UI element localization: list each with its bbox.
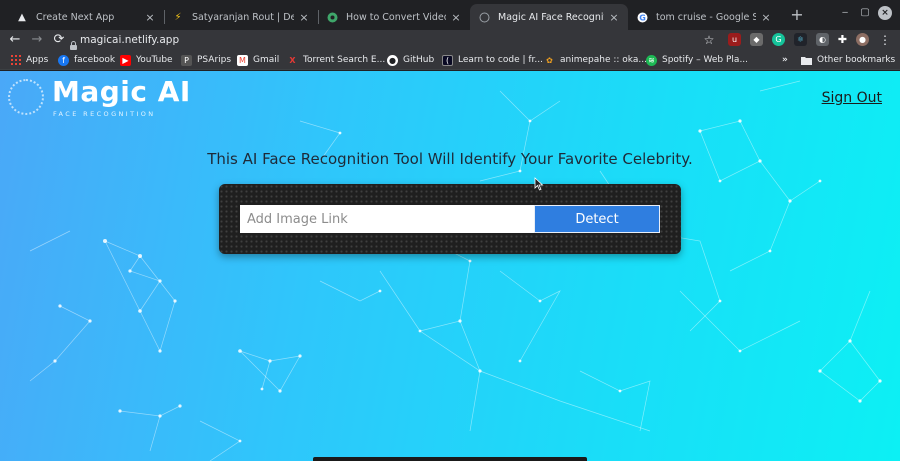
folder-icon — [801, 55, 812, 66]
menu-icon[interactable]: ⋮ — [876, 31, 894, 49]
bookmark-label: Other bookmarks — [817, 55, 896, 65]
new-tab-button[interactable]: + — [788, 6, 806, 24]
avatar[interactable]: ● — [856, 33, 869, 46]
tab-title: Satyaranjan Rout | Developer — [192, 11, 294, 23]
logo-brain-icon — [8, 79, 44, 115]
shield-icon[interactable]: ◆ — [750, 33, 763, 46]
tab-developer[interactable]: ⚡ Satyaranjan Rout | Developer × — [164, 4, 318, 30]
image-link-form: Detect — [219, 184, 681, 254]
gmail-icon: M — [237, 54, 248, 66]
page-viewport: Magic AI FACE RECOGNITION Sign Out This … — [0, 71, 900, 461]
bookmark-apps[interactable]: Apps — [10, 52, 48, 68]
logo-subtitle: FACE RECOGNITION — [53, 110, 156, 118]
bookmark-label: Torrent Search E... — [303, 55, 386, 65]
convert-icon — [326, 11, 338, 23]
facebook-icon: f — [58, 54, 69, 66]
bookmark-psarips[interactable]: P PSArips — [181, 52, 231, 68]
bookmark-freecodecamp[interactable]: ( Learn to code | fr... — [442, 52, 543, 68]
taskbar-edge — [313, 457, 587, 461]
tab-title: tom cruise - Google Search — [656, 11, 756, 23]
close-icon[interactable]: × — [608, 11, 620, 24]
tab-magic-ai[interactable]: Magic AI Face Recognition × — [470, 4, 628, 30]
bookmark-label: Gmail — [253, 55, 280, 65]
star-icon[interactable]: ☆ — [700, 31, 718, 49]
reload-button[interactable]: ⟳ — [50, 31, 68, 49]
svg-text:G: G — [639, 13, 646, 22]
sign-out-link[interactable]: Sign Out — [822, 90, 882, 106]
address-bar[interactable]: magicai.netlify.app — [80, 31, 179, 49]
page-icon — [478, 11, 490, 23]
mouse-cursor-icon — [534, 177, 544, 191]
page-headline: This AI Face Recognition Tool Will Ident… — [207, 150, 693, 168]
tab-google-search[interactable]: G tom cruise - Google Search × — [628, 4, 780, 30]
react-devtools-icon[interactable]: ⚛ — [794, 33, 807, 46]
bookmark-label: Learn to code | fr... — [458, 55, 543, 65]
tab-title: Magic AI Face Recognition — [498, 11, 604, 23]
psarips-icon: P — [181, 54, 192, 66]
ublock-icon[interactable]: u — [728, 33, 741, 46]
close-window-button[interactable]: × — [878, 6, 892, 20]
bookmark-spotify[interactable]: ≋ Spotify – Web Pla... — [646, 52, 748, 68]
minimize-button[interactable]: ‒ — [838, 6, 852, 20]
particle-network-background — [29, 80, 882, 461]
close-icon[interactable]: × — [760, 11, 772, 24]
bookmark-animepahe[interactable]: ✿ animepahe :: oka... — [544, 52, 647, 68]
apps-grid-icon — [10, 55, 21, 66]
nextjs-icon: ▲ — [18, 11, 26, 23]
youtube-icon: ▶ — [120, 54, 131, 66]
bookmark-label: GitHub — [403, 55, 435, 65]
bookmark-torrent[interactable]: X Torrent Search E... — [287, 52, 385, 68]
bookmark-youtube[interactable]: ▶ YouTube — [120, 52, 173, 68]
maximize-button[interactable]: ▢ — [858, 6, 872, 20]
puzzle-icon[interactable]: ✚ — [836, 33, 849, 46]
github-icon: ● — [387, 54, 398, 66]
bookmark-label: Spotify – Web Pla... — [662, 55, 749, 65]
bookmark-facebook[interactable]: f facebook — [58, 52, 115, 68]
grammarly-icon[interactable]: G — [772, 33, 785, 46]
overflow-chevron-icon[interactable]: » — [782, 52, 788, 68]
tab-title: How to Convert Video to GIF — [346, 11, 446, 23]
bookmark-github[interactable]: ● GitHub — [387, 52, 434, 68]
back-button[interactable]: ← — [6, 31, 24, 49]
bookmark-label: animepahe :: oka... — [560, 55, 647, 65]
tab-create-next-app[interactable]: ▲ Create Next App × — [8, 4, 164, 30]
bookmark-label: YouTube — [136, 55, 173, 65]
bookmark-gmail[interactable]: M Gmail — [237, 52, 279, 68]
bookmark-label: Apps — [26, 55, 49, 65]
tab-convert-video[interactable]: How to Convert Video to GIF × — [318, 4, 470, 30]
animepahe-icon: ✿ — [546, 55, 553, 65]
browser-toolbar: ← → ⟳ magicai.netlify.app ☆ u ◆ G ⚛ ◐ ✚ … — [0, 30, 900, 50]
extension-icon[interactable]: ◐ — [816, 33, 829, 46]
torrent-icon: X — [289, 55, 296, 65]
bookmark-label: PSArips — [197, 55, 232, 65]
bookmark-other[interactable]: Other bookmarks — [801, 52, 895, 68]
bolt-icon: ⚡ — [174, 11, 182, 23]
spotify-icon: ≋ — [646, 54, 657, 66]
close-icon[interactable]: × — [450, 11, 462, 24]
tab-title: Create Next App — [36, 11, 115, 23]
detect-button[interactable]: Detect — [534, 205, 660, 233]
logo-title[interactable]: Magic AI — [52, 75, 191, 108]
freecodecamp-icon: ( — [442, 54, 453, 66]
close-icon[interactable]: × — [144, 11, 156, 24]
bookmarks-bar: Apps f facebook ▶ YouTube P PSArips M Gm… — [0, 50, 900, 70]
bookmark-label: facebook — [74, 55, 116, 65]
lock-icon[interactable] — [70, 35, 77, 50]
close-icon[interactable]: × — [298, 11, 310, 24]
image-link-input[interactable] — [240, 205, 534, 233]
tab-strip: ▲ Create Next App × ⚡ Satyaranjan Rout |… — [0, 0, 900, 30]
google-icon: G — [636, 11, 648, 23]
forward-button[interactable]: → — [28, 31, 46, 49]
